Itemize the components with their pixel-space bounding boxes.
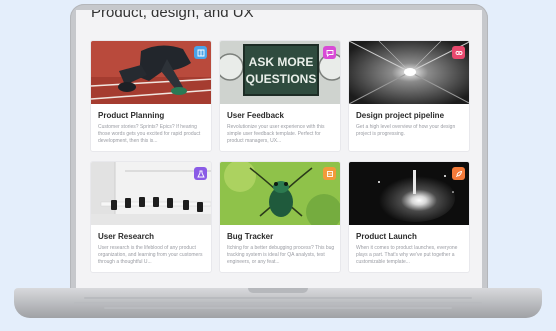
card-title: User Feedback	[227, 111, 284, 120]
card-title: User Research	[98, 232, 155, 241]
laptop-screen: Product, design, and UX Product Planning…	[76, 10, 482, 293]
card-badge	[323, 46, 336, 59]
keyboard-row	[84, 297, 472, 299]
card-description: Customer stories? Sprints? Epics? If hea…	[98, 124, 201, 144]
template-card-product-launch[interactable]: Product Launch When it comes to product …	[348, 161, 470, 273]
card-title: Product Launch	[356, 232, 417, 241]
sign-line-2: QUESTIONS	[246, 72, 317, 86]
laptop-base	[14, 288, 542, 318]
keyboard-row	[104, 307, 452, 309]
keyboard-row	[74, 302, 482, 304]
card-description: Revolutionize your user experience with …	[227, 124, 325, 144]
card-description: User research is the lifeblood of any pr…	[98, 245, 203, 265]
flask-icon	[196, 170, 205, 177]
card-title: Design project pipeline	[356, 111, 445, 120]
card-description: Itching for a better debugging process? …	[227, 245, 335, 265]
template-card-bug-tracker[interactable]: Bug Tracker Itching for a better debuggi…	[219, 161, 341, 273]
template-card-product-planning[interactable]: Product Planning Customer stories? Sprin…	[90, 40, 212, 152]
card-description: Get a high level overview of how your de…	[356, 124, 456, 137]
trackpad-notch	[248, 288, 308, 293]
card-badge	[452, 167, 465, 180]
book-icon	[197, 49, 204, 56]
sign-line-1: ASK MORE	[249, 55, 314, 69]
template-card-user-feedback[interactable]: ASK MORE QUESTIONS User Feedback Revolut…	[219, 40, 341, 152]
card-description: When it comes to product launches, every…	[356, 245, 458, 265]
chat-icon	[326, 49, 333, 57]
bug-icon	[326, 170, 333, 177]
card-badge	[323, 167, 336, 180]
card-title: Bug Tracker	[227, 232, 274, 241]
pipeline-icon	[455, 50, 462, 55]
template-card-design-project-pipeline[interactable]: Design project pipeline Get a high level…	[348, 40, 470, 152]
page-title: Product, design, and UX	[91, 10, 254, 21]
template-card-user-research[interactable]: User Research User research is the lifeb…	[90, 161, 212, 273]
card-title: Product Planning	[98, 111, 165, 120]
card-badge	[194, 46, 207, 59]
card-badge	[452, 46, 465, 59]
rocket-icon	[455, 170, 462, 177]
card-badge	[194, 167, 207, 180]
